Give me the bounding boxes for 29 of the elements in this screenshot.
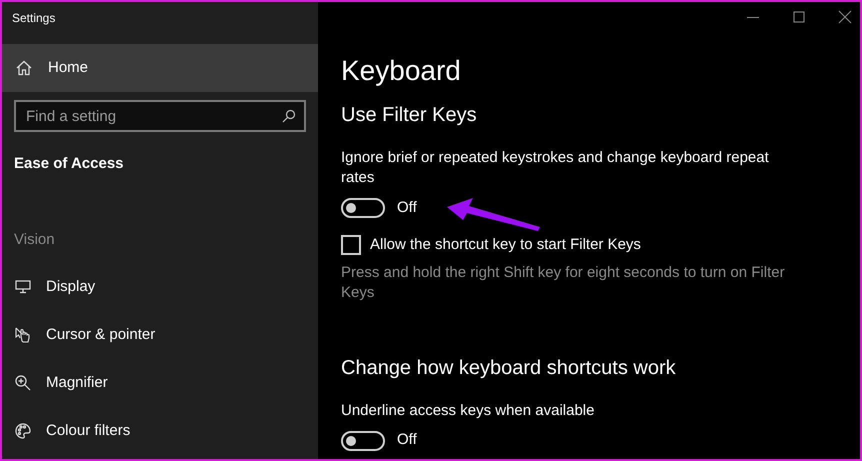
setting-label: Ignore brief or repeated keystrokes and change keyboard repeat rates bbox=[341, 149, 769, 186]
window-title: Settings bbox=[12, 11, 56, 25]
sidebar-nav-item[interactable]: Colour filters bbox=[2, 407, 318, 455]
section-title: Ease of Access bbox=[14, 155, 124, 172]
zoom-in-icon bbox=[15, 375, 31, 391]
sidebar-nav-item[interactable]: Cursor & pointer bbox=[2, 311, 318, 359]
toggle-state: Off bbox=[397, 430, 417, 450]
home-nav-item[interactable]: Home bbox=[2, 44, 318, 92]
setting-label: Underline access keys when available bbox=[341, 402, 594, 418]
checkbox[interactable] bbox=[341, 235, 361, 256]
palette-icon bbox=[15, 423, 31, 439]
home-icon bbox=[16, 60, 32, 76]
toggle-state: Off bbox=[397, 198, 417, 218]
section-heading: Use Filter Keys bbox=[341, 104, 477, 126]
page-title: Keyboard bbox=[341, 55, 461, 86]
maximize-button[interactable] bbox=[792, 10, 806, 24]
toggle-switch[interactable] bbox=[341, 430, 385, 450]
sidebar-nav-item[interactable]: Magnifier bbox=[2, 359, 318, 407]
help-text: Press and hold the right Shift key for eight seconds to turn on Filter Keys bbox=[341, 264, 785, 300]
hand-pointer-icon bbox=[14, 327, 32, 343]
monitor-icon bbox=[15, 280, 31, 294]
search-icon[interactable] bbox=[282, 109, 296, 123]
section-heading: Change how keyboard shortcuts work bbox=[341, 356, 676, 378]
close-button[interactable] bbox=[838, 10, 852, 24]
search-field[interactable]: Find a setting bbox=[14, 100, 306, 132]
sidebar-nav-item[interactable]: Display bbox=[2, 263, 318, 311]
group-label: Vision bbox=[14, 231, 55, 248]
checkbox-label[interactable]: Allow the shortcut key to start Filter Keys bbox=[370, 234, 641, 256]
toggle-switch[interactable] bbox=[341, 198, 385, 218]
